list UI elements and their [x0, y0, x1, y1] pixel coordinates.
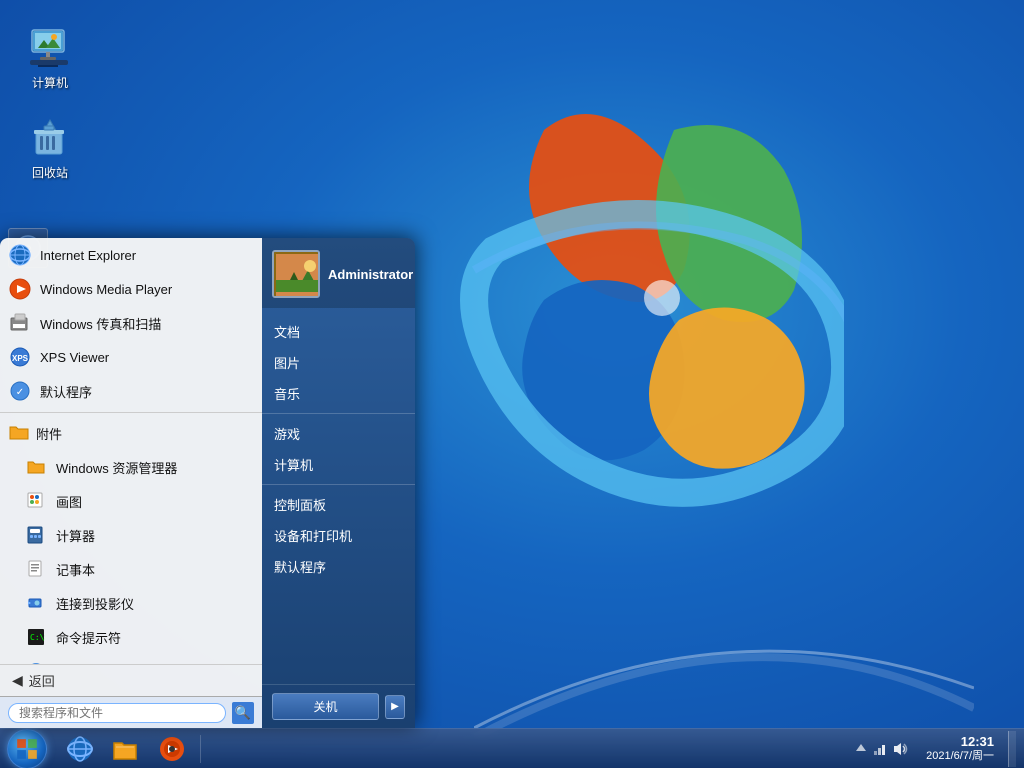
- folder-children: Windows 资源管理器: [0, 450, 262, 664]
- start-separator-1: [0, 412, 262, 413]
- user-avatar: [272, 250, 320, 298]
- windows-logo-bg: [414, 70, 844, 520]
- start-shutdown-area: 关机 ▶: [262, 684, 415, 728]
- desktop-icon-computer[interactable]: 计算机: [14, 20, 86, 96]
- clock-date: 2021/6/7/周一: [926, 750, 994, 763]
- start-search-input[interactable]: [8, 703, 226, 723]
- taskbar-app-explorer[interactable]: [104, 731, 148, 767]
- start-item-sync[interactable]: 同步中心: [16, 654, 262, 664]
- start-item-xps[interactable]: XPS XPS Viewer: [0, 340, 262, 374]
- wmp-icon: [8, 277, 32, 301]
- ie-icon: [8, 243, 32, 267]
- svg-text:✓: ✓: [16, 387, 24, 398]
- start-right-sep2: [262, 484, 415, 485]
- taskbar-app-ie[interactable]: [58, 731, 102, 767]
- calc-icon: [24, 523, 48, 547]
- start-right-pics[interactable]: 图片: [262, 347, 415, 378]
- projector-icon: [24, 591, 48, 615]
- start-menu-right: Administrator 文档 图片 音乐 游戏 计算机: [262, 238, 415, 728]
- notepad-icon: [24, 557, 48, 581]
- start-item-calc[interactable]: 计算器: [16, 518, 262, 552]
- start-item-notepad[interactable]: 记事本: [16, 552, 262, 586]
- start-menu-items-list[interactable]: Internet Explorer Windows Media Player: [0, 238, 262, 664]
- start-folder-accessories[interactable]: 附件: [0, 417, 262, 450]
- desktop-icon-recycle[interactable]: 回收站: [14, 110, 86, 186]
- start-right-controlpanel[interactable]: 控制面板: [262, 489, 415, 520]
- start-back-button[interactable]: ◀ 返回: [0, 664, 262, 696]
- taskbar-right: 12:31 2021/6/7/周一: [840, 729, 1024, 768]
- start-item-cmd[interactable]: C:\> 命令提示符: [16, 620, 262, 654]
- paint-icon: [24, 489, 48, 513]
- folder-icon: [8, 421, 30, 446]
- start-right-items: 文档 图片 音乐 游戏 计算机 控制面板: [262, 308, 415, 684]
- network-icon: [872, 741, 888, 757]
- taskbar: 12:31 2021/6/7/周一: [0, 728, 1024, 768]
- start-item-default[interactable]: ✓ 默认程序: [0, 374, 262, 408]
- clock-time: 12:31: [961, 734, 994, 750]
- start-right-defaultprog[interactable]: 默认程序: [262, 551, 415, 582]
- start-item-wmp[interactable]: Windows Media Player: [0, 272, 262, 306]
- explorer2-icon: [24, 455, 48, 479]
- start-menu-left: Internet Explorer Windows Media Player: [0, 238, 262, 728]
- start-right-devices[interactable]: 设备和打印机: [262, 520, 415, 551]
- shutdown-button[interactable]: 关机: [272, 693, 379, 720]
- start-search-area: 🔍: [0, 696, 262, 728]
- show-desktop-button[interactable]: [1008, 731, 1016, 767]
- cmd-icon: C:\>: [24, 625, 48, 649]
- taskbar-separator: [200, 735, 201, 763]
- shutdown-arrow-icon: ▶: [391, 701, 399, 712]
- start-right-docs[interactable]: 文档: [262, 316, 415, 347]
- start-item-projector[interactable]: 连接到投影仪: [16, 586, 262, 620]
- start-menu: Internet Explorer Windows Media Player: [0, 238, 415, 728]
- user-name: Administrator: [328, 267, 413, 282]
- xps-icon: XPS: [8, 345, 32, 369]
- back-label: 返回: [29, 671, 55, 690]
- computer-icon: [26, 24, 74, 72]
- svg-text:C:\>: C:\>: [30, 633, 45, 642]
- start-right-music[interactable]: 音乐: [262, 378, 415, 409]
- taskbar-app-mediaplayer[interactable]: [150, 731, 194, 767]
- back-arrow-icon: ◀: [12, 672, 23, 689]
- folder-label: 附件: [36, 424, 62, 443]
- recycle-icon-label: 回收站: [32, 166, 68, 182]
- start-button[interactable]: [0, 729, 54, 768]
- systray-area[interactable]: [848, 731, 914, 767]
- start-item-ie[interactable]: Internet Explorer: [0, 238, 262, 272]
- start-right-games[interactable]: 游戏: [262, 418, 415, 449]
- start-item-fax[interactable]: Windows 传真和扫描: [0, 306, 262, 340]
- shutdown-arrow-button[interactable]: ▶: [385, 695, 405, 719]
- default-programs-icon: ✓: [8, 379, 32, 403]
- systray-arrow-icon: [854, 742, 868, 756]
- start-right-sep1: [262, 413, 415, 414]
- volume-icon: [892, 741, 908, 757]
- desktop: 计算机 回收站 e: [0, 0, 1024, 768]
- windows-logo-icon: [15, 737, 39, 761]
- start-orb: [7, 729, 47, 768]
- start-item-explorer2[interactable]: Windows 资源管理器: [16, 450, 262, 484]
- computer-icon-label: 计算机: [32, 76, 68, 92]
- taskbar-clock[interactable]: 12:31 2021/6/7/周一: [918, 734, 1002, 763]
- start-right-computer[interactable]: 计算机: [262, 449, 415, 480]
- start-user-area[interactable]: Administrator: [262, 238, 415, 308]
- start-search-button[interactable]: 🔍: [232, 702, 254, 724]
- decorative-arc: [474, 588, 974, 738]
- svg-text:XPS: XPS: [12, 354, 29, 363]
- start-item-paint[interactable]: 画图: [16, 484, 262, 518]
- fax-icon: [8, 311, 32, 335]
- recycle-icon: [26, 114, 74, 162]
- taskbar-apps: [54, 729, 198, 768]
